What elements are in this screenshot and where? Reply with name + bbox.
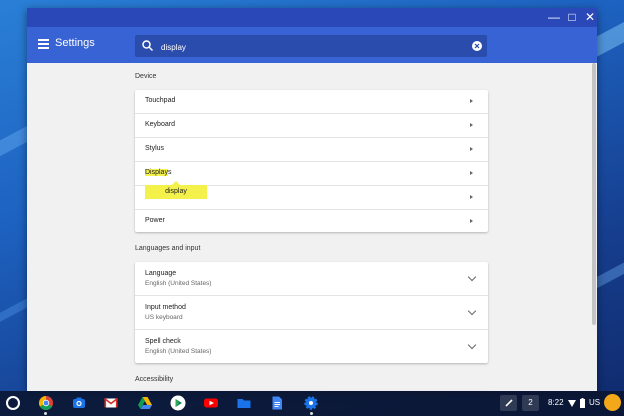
window-titlebar[interactable]: — □ ✕	[27, 8, 597, 27]
row-label: Touchpad	[145, 97, 176, 104]
arrow-right-icon	[470, 123, 473, 127]
scrollbar-thumb[interactable]	[592, 63, 596, 325]
row-label: Displays	[145, 169, 171, 176]
search-match-highlight: Display	[145, 169, 168, 176]
arrow-right-icon	[470, 219, 473, 223]
row-sublabel: English (United States)	[145, 348, 212, 355]
device-card: Touchpad Keyboard Stylus Displays t Powe…	[135, 90, 488, 232]
chrome-icon[interactable]	[38, 395, 54, 411]
row-language[interactable]: Language English (United States)	[135, 262, 488, 296]
pen-icon	[504, 399, 513, 407]
row-label: Stylus	[145, 145, 165, 152]
row-spell-check[interactable]: Spell check English (United States)	[135, 330, 488, 363]
row-sublabel: English (United States)	[145, 280, 212, 287]
row-input-method[interactable]: Input method US keyboard	[135, 296, 488, 330]
search-input[interactable]	[159, 38, 463, 56]
row-label: Power	[145, 217, 165, 224]
chevron-down-icon	[467, 306, 477, 316]
clock[interactable]: 8:22	[548, 395, 564, 411]
shelf: 2 8:22 US	[0, 391, 624, 416]
files-icon[interactable]	[236, 395, 252, 411]
arrow-right-icon	[470, 171, 473, 175]
row-displays[interactable]: Displays	[135, 162, 488, 186]
languages-card: Language English (United States) Input m…	[135, 262, 488, 363]
search-icon	[142, 40, 154, 52]
settings-window: — □ ✕ Settings Device Touchpad	[27, 8, 597, 391]
arrow-right-icon	[470, 147, 473, 151]
page-title: Settings	[55, 37, 95, 49]
row-stylus[interactable]: Stylus	[135, 138, 488, 162]
docs-icon[interactable]	[269, 395, 285, 411]
arrow-right-icon	[470, 195, 473, 199]
stylus-tools-button[interactable]	[500, 395, 517, 411]
settings-content: Device Touchpad Keyboard Stylus Displays…	[27, 63, 597, 391]
row-label: Keyboard	[145, 121, 175, 128]
notification-count-badge[interactable]: 2	[522, 395, 539, 411]
menu-icon[interactable]	[38, 39, 49, 49]
youtube-icon[interactable]	[203, 395, 219, 411]
search-result-bubble: display	[145, 181, 207, 199]
arrow-right-icon	[470, 99, 473, 103]
close-button[interactable]: ✕	[581, 9, 597, 26]
minimize-button[interactable]: —	[545, 9, 563, 26]
search-box[interactable]	[135, 35, 487, 57]
row-keyboard[interactable]: Keyboard	[135, 114, 488, 138]
gmail-icon[interactable]	[103, 395, 119, 411]
row-label: Spell check	[145, 338, 181, 345]
chevron-down-icon	[467, 340, 477, 350]
row-label: Input method	[145, 304, 186, 311]
running-indicator	[44, 412, 47, 415]
camera-icon[interactable]	[71, 395, 87, 411]
wifi-icon[interactable]	[568, 400, 576, 407]
row-power[interactable]: Power	[135, 210, 488, 233]
row-label: Language	[145, 270, 177, 277]
row-label-rest: s	[167, 169, 172, 176]
launcher-button[interactable]	[6, 396, 20, 410]
row-touchpad[interactable]: Touchpad	[135, 90, 488, 114]
battery-icon[interactable]	[580, 398, 585, 408]
settings-icon[interactable]	[303, 395, 319, 411]
maximize-button[interactable]: □	[563, 9, 581, 26]
row-sublabel: US keyboard	[145, 314, 183, 321]
section-heading-accessibility: Accessibility	[135, 376, 174, 383]
clear-search-icon[interactable]	[472, 41, 482, 51]
settings-header: Settings	[27, 27, 597, 63]
drive-icon[interactable]	[137, 395, 153, 411]
avatar[interactable]	[604, 394, 621, 411]
running-indicator	[310, 412, 313, 415]
chevron-down-icon	[467, 272, 477, 282]
section-heading-languages: Languages and input	[135, 245, 201, 252]
section-heading-device: Device	[135, 73, 157, 80]
play-store-icon[interactable]	[170, 395, 186, 411]
input-language-indicator[interactable]: US	[589, 395, 600, 411]
